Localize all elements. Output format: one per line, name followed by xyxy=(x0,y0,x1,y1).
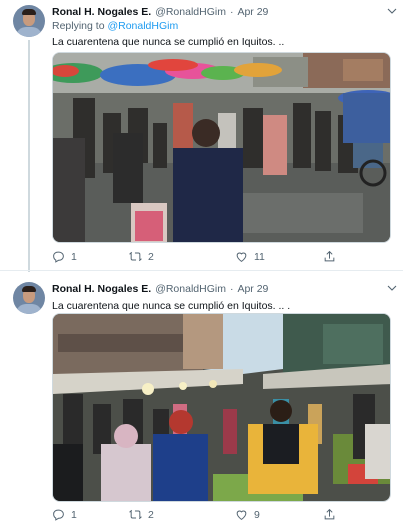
like-button[interactable]: 11 xyxy=(235,250,265,263)
retweet-button[interactable]: 2 xyxy=(129,250,154,263)
retweet-icon xyxy=(129,509,142,520)
reply-button[interactable]: 1 xyxy=(52,250,77,263)
tweet-header: Ronal H. Nogales E. @RonaldHGim · Apr 29 xyxy=(52,5,393,19)
retweet-button[interactable]: 2 xyxy=(129,508,154,521)
retweet-count: 2 xyxy=(148,508,154,521)
author-handle[interactable]: @RonaldHGim xyxy=(155,6,226,18)
share-icon xyxy=(324,250,335,262)
separator-dot: · xyxy=(229,6,234,18)
avatar[interactable] xyxy=(13,282,45,314)
like-count: 9 xyxy=(254,508,260,521)
share-button[interactable] xyxy=(323,250,342,263)
reply-icon xyxy=(53,509,64,521)
tweet-text: La cuarentena que nunca se cumplió en Iq… xyxy=(52,36,285,48)
crowded-market-photo xyxy=(53,314,390,501)
retweet-icon xyxy=(129,251,142,262)
share-button[interactable] xyxy=(323,508,342,521)
author-handle[interactable]: @RonaldHGim xyxy=(155,283,226,295)
tweet-photo[interactable] xyxy=(52,52,391,243)
street-market-photo xyxy=(53,53,390,242)
reply-count: 1 xyxy=(71,250,77,263)
reply-count: 1 xyxy=(71,508,77,521)
retweet-count: 2 xyxy=(148,250,154,263)
thread-line xyxy=(28,40,30,272)
tweet-1[interactable]: Ronal H. Nogales E. @RonaldHGim · Apr 29… xyxy=(0,0,403,272)
tweet-photo[interactable] xyxy=(52,313,391,502)
author-name[interactable]: Ronal H. Nogales E. xyxy=(52,6,151,18)
tweet-2[interactable]: Ronal H. Nogales E. @RonaldHGim · Apr 29… xyxy=(0,272,403,530)
like-button[interactable]: 9 xyxy=(235,508,260,521)
replying-to: Replying to @RonaldHGim xyxy=(52,20,178,32)
tweet-actions: 1 2 11 xyxy=(52,250,352,266)
heart-icon xyxy=(236,510,247,520)
tweet-header: Ronal H. Nogales E. @RonaldHGim · Apr 29 xyxy=(52,282,393,296)
heart-icon xyxy=(236,252,247,262)
tweet-divider xyxy=(0,270,403,271)
chevron-down-icon[interactable] xyxy=(385,282,399,296)
tweet-text: La cuarentena que nunca se cumplió en Iq… xyxy=(52,300,291,312)
replying-to-handle-link[interactable]: @RonaldHGim xyxy=(107,20,178,32)
reply-icon xyxy=(53,251,64,263)
separator-dot: · xyxy=(229,283,234,295)
share-icon xyxy=(324,508,335,520)
chevron-down-icon[interactable] xyxy=(385,5,399,19)
tweet-date[interactable]: Apr 29 xyxy=(237,283,268,295)
tweet-date[interactable]: Apr 29 xyxy=(237,6,268,18)
replying-to-label: Replying to xyxy=(52,20,105,32)
tweet-actions: 1 2 9 xyxy=(52,508,352,524)
like-count: 11 xyxy=(254,250,265,263)
reply-button[interactable]: 1 xyxy=(52,508,77,521)
author-name[interactable]: Ronal H. Nogales E. xyxy=(52,283,151,295)
avatar[interactable] xyxy=(13,5,45,37)
